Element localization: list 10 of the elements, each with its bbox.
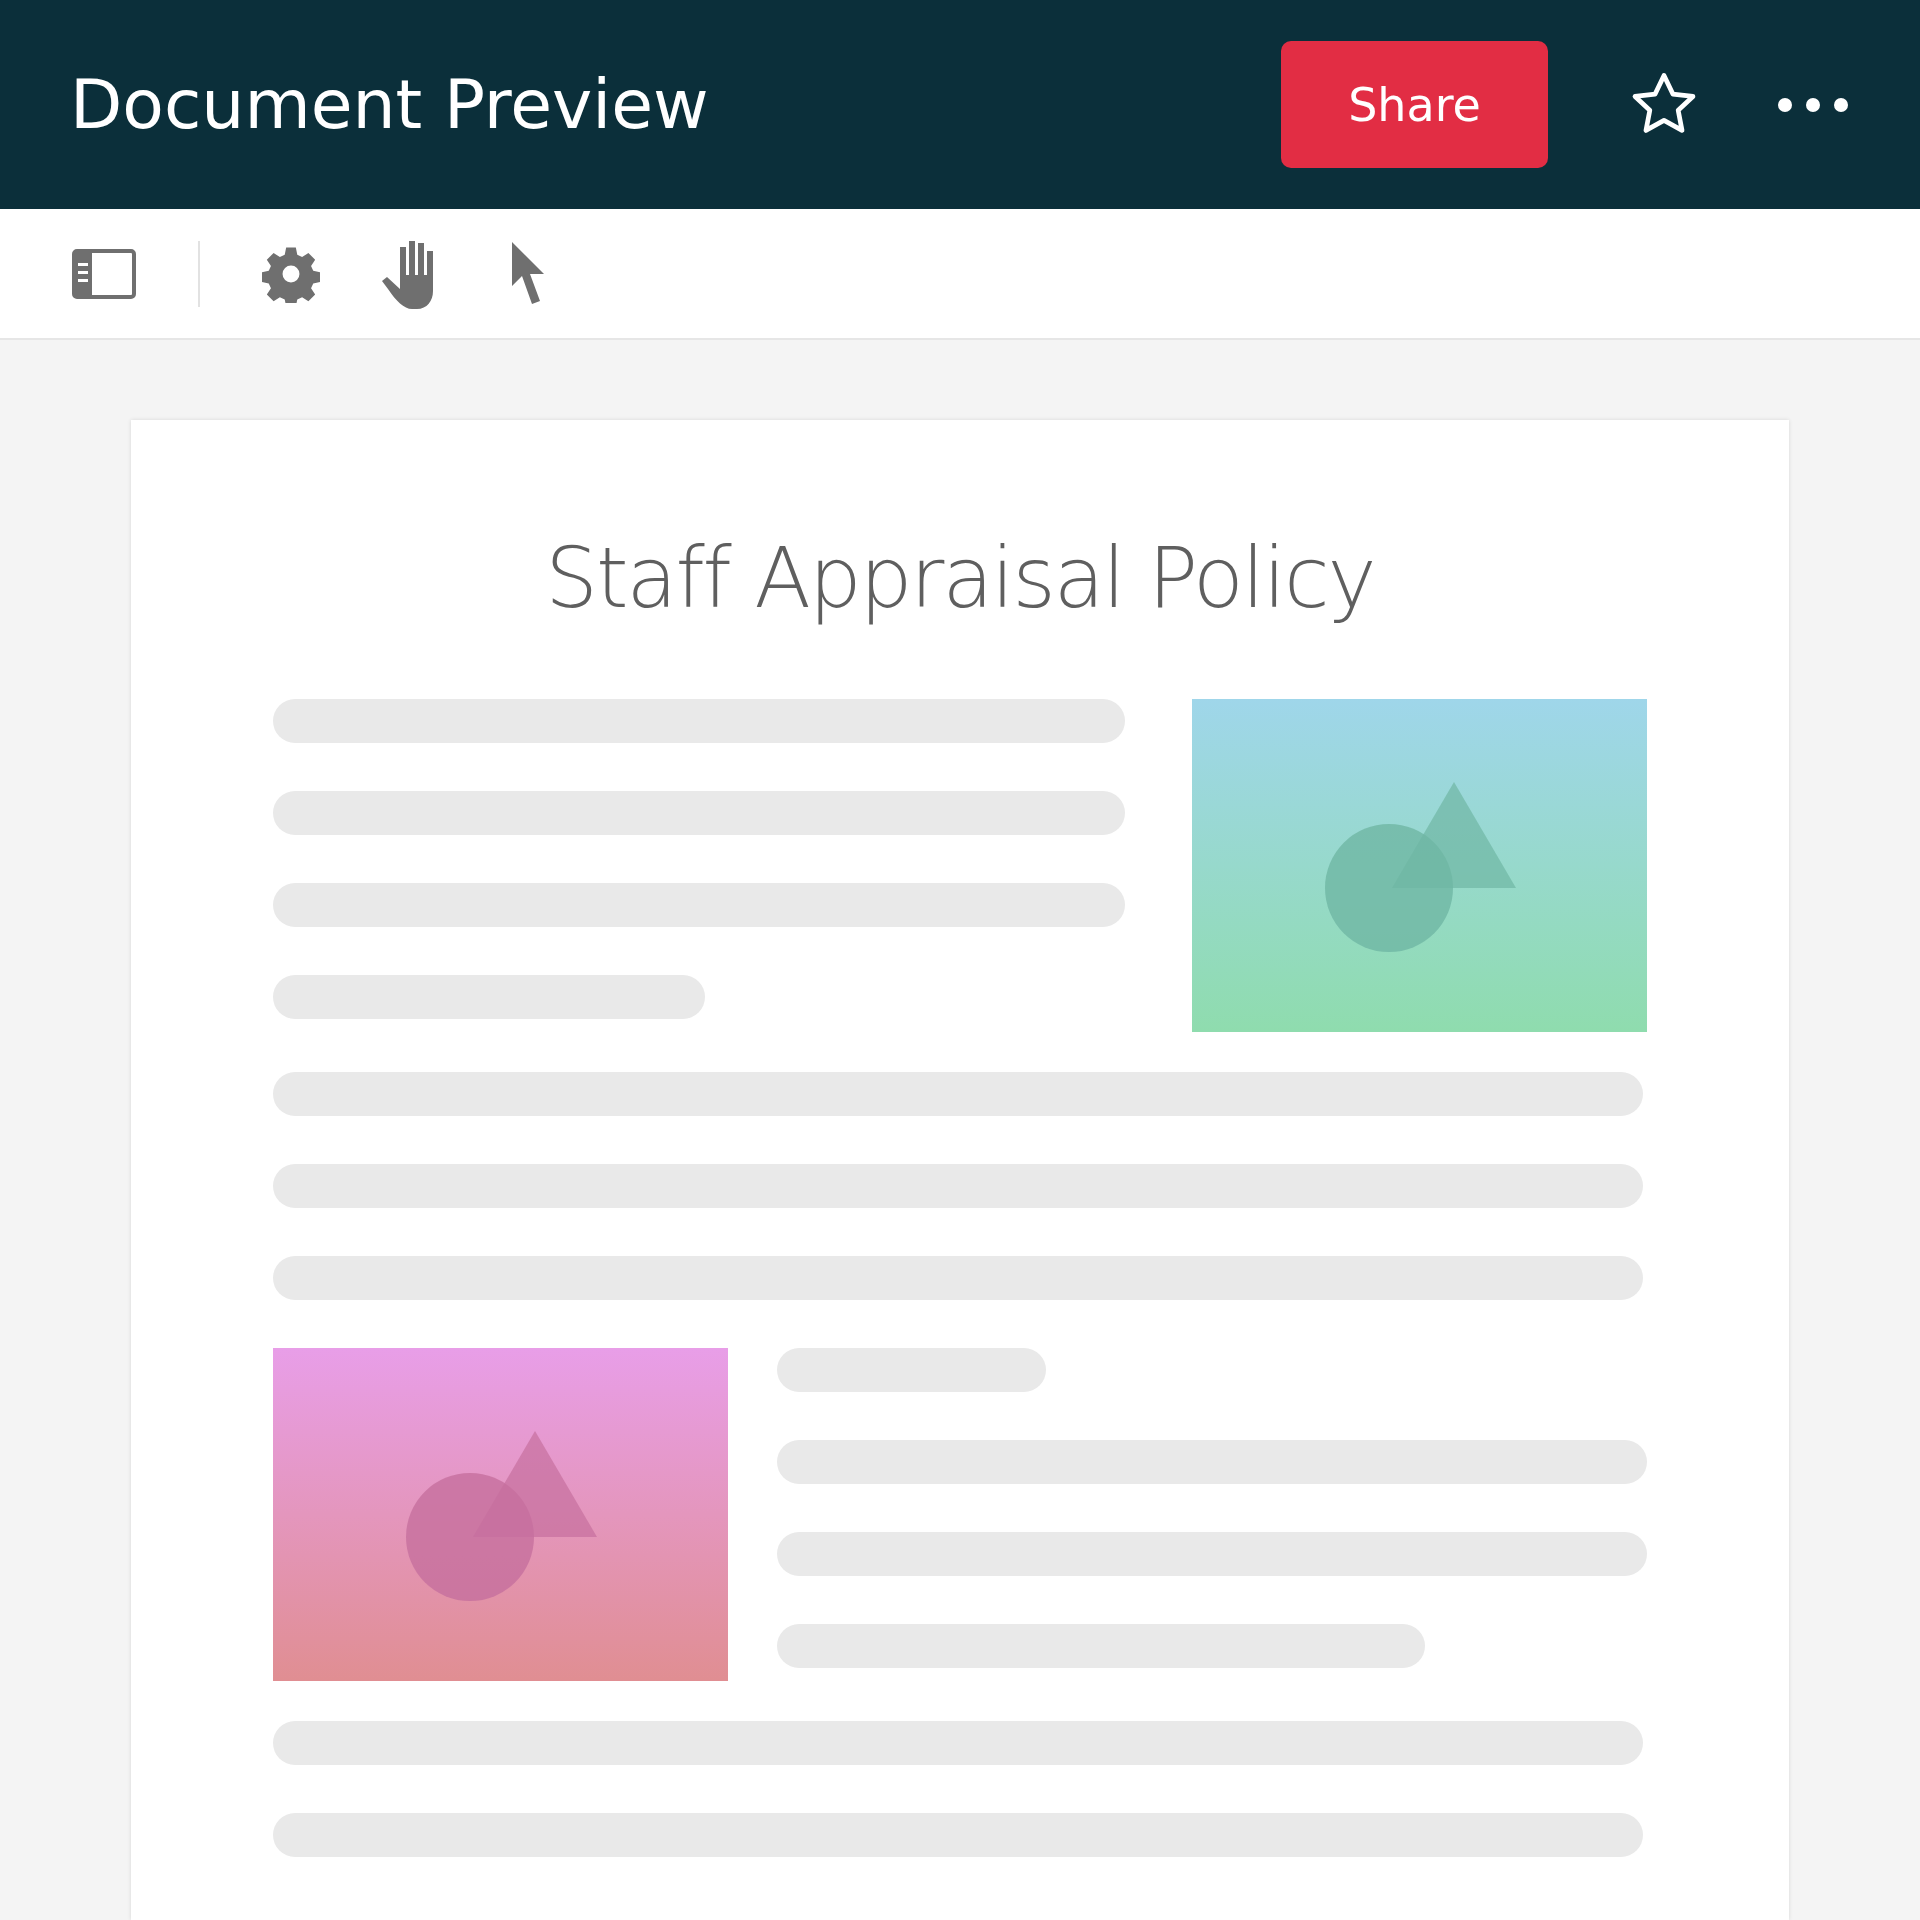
sidebar-icon <box>72 248 136 299</box>
more-icon[interactable] <box>1776 95 1850 114</box>
document-title: Staff Appraisal Policy <box>544 530 1376 627</box>
settings-icon <box>262 244 320 303</box>
panel-button[interactable] <box>72 248 136 299</box>
pointer-button[interactable] <box>510 241 546 306</box>
pointer-icon <box>510 241 546 306</box>
app-title: Document Preview <box>70 65 710 144</box>
settings-button[interactable] <box>262 244 320 303</box>
share-button[interactable]: Share <box>1281 41 1548 168</box>
